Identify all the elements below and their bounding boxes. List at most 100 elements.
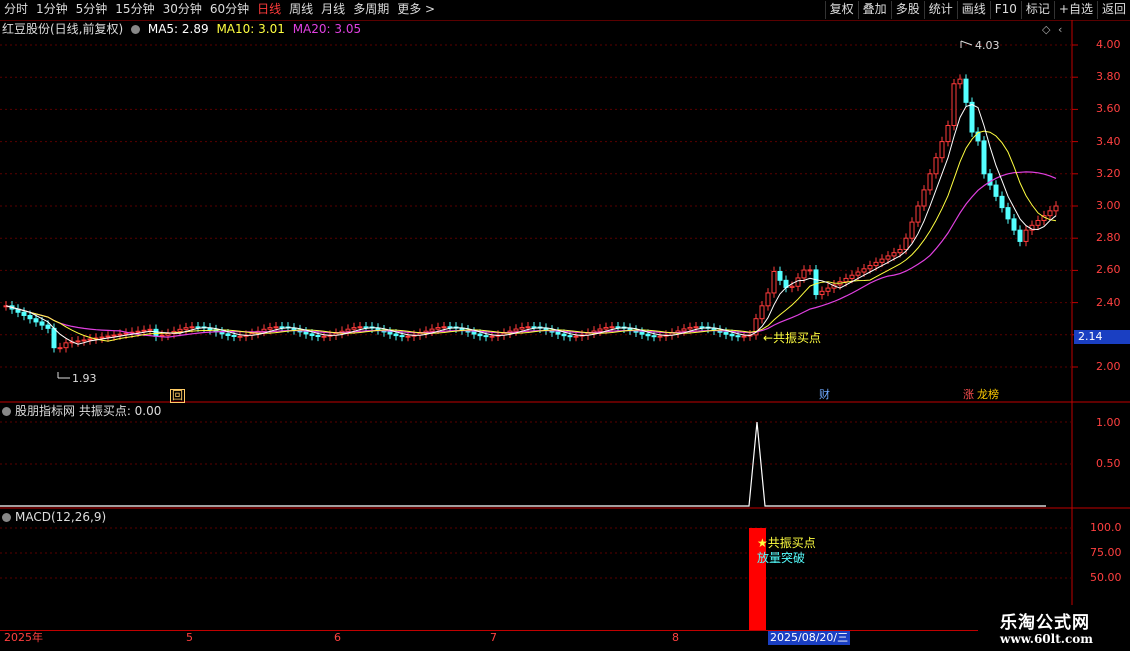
- price-tick-7: 2.60: [1096, 263, 1121, 277]
- candle-body: [789, 285, 795, 288]
- price-tick-4: 3.20: [1096, 166, 1121, 180]
- candle-body: [237, 335, 243, 338]
- price-tick-6: 2.80: [1096, 231, 1121, 245]
- candle-body: [75, 340, 81, 343]
- current-price-tag: 2.14: [1074, 330, 1130, 344]
- candle-body: [657, 335, 663, 338]
- candle-body: [183, 327, 189, 330]
- indicator2-title-row: MACD(12,26,9): [2, 509, 106, 525]
- candle-body: [951, 83, 957, 127]
- candle-body: [441, 326, 447, 329]
- candle-body: [963, 78, 969, 103]
- kline-chart[interactable]: [0, 0, 1130, 630]
- candle-body: [885, 255, 891, 260]
- candle-body: [765, 292, 771, 307]
- candle-body: [645, 333, 651, 337]
- x-label-aug: 8: [672, 631, 679, 644]
- candle-body: [345, 328, 351, 332]
- price-tick-2: 3.60: [1096, 102, 1121, 116]
- candle-body: [843, 277, 849, 283]
- candle-body: [87, 338, 93, 341]
- candle-body: [99, 336, 105, 339]
- indicator1-title: 股朋指标网 共振买点: 0.00: [15, 404, 162, 418]
- candle-body: [771, 270, 777, 294]
- candle-body: [873, 261, 879, 267]
- watermark-title: 乐淘公式网: [1000, 613, 1090, 633]
- high-price-marker: 4.03: [975, 39, 1000, 52]
- indicator1-title-row: 股朋指标网 共振买点: 0.00: [2, 403, 161, 419]
- ma10-line: [5, 130, 1057, 342]
- candle-body: [723, 331, 729, 335]
- candle-body: [651, 335, 657, 338]
- candle-body: [123, 332, 129, 335]
- price-tick-0: 4.00: [1096, 38, 1121, 51]
- candle-body: [813, 269, 819, 296]
- candle-body: [921, 189, 927, 207]
- candle-body: [141, 329, 147, 332]
- candle-body: [45, 324, 51, 329]
- candle-body: [429, 328, 435, 332]
- candle-body: [909, 221, 915, 239]
- x-label-jul: 7: [490, 631, 497, 644]
- candle-body: [639, 331, 645, 335]
- candle-body: [165, 333, 171, 336]
- candle-body: [573, 335, 579, 338]
- candle-body: [39, 321, 45, 326]
- price-tick-8: 2.40: [1096, 295, 1121, 309]
- candle-body: [81, 339, 87, 342]
- candle-body: [51, 327, 57, 349]
- candle-body: [1035, 219, 1041, 226]
- candle-body: [195, 326, 201, 329]
- macd-annotation-1: ★共振买点: [757, 536, 816, 550]
- macd-annotation-2: 放量突破: [757, 551, 806, 565]
- candle-body: [855, 271, 861, 276]
- candle-body: [795, 277, 801, 287]
- candle-body: [33, 318, 39, 323]
- candle-body: [819, 290, 825, 296]
- candle-body: [405, 335, 411, 338]
- candles-group: [3, 74, 1059, 353]
- indicator1-settings-icon[interactable]: [2, 407, 11, 416]
- candle-body: [393, 333, 399, 337]
- candle-body: [729, 333, 735, 337]
- candle-body: [447, 326, 453, 329]
- candle-body: [801, 269, 807, 279]
- badge-cai[interactable]: 财: [818, 389, 831, 401]
- candle-body: [1017, 229, 1023, 242]
- badge-zhang[interactable]: 涨: [962, 389, 975, 401]
- badge-hui[interactable]: 回: [170, 389, 185, 403]
- candle-body: [891, 252, 897, 257]
- price-tick-3: 3.40: [1096, 134, 1121, 148]
- candle-body: [903, 237, 909, 250]
- candle-body: [915, 205, 921, 223]
- candle-body: [57, 347, 63, 350]
- indicator2-settings-icon[interactable]: [2, 513, 11, 522]
- candle-body: [957, 78, 963, 85]
- resonance-signal-label: ←共振买点: [763, 331, 822, 345]
- candle-body: [735, 335, 741, 338]
- candle-body: [117, 333, 123, 336]
- ind2-tick-2: 75.00: [1090, 546, 1122, 559]
- candle-body: [987, 173, 993, 186]
- indicator2-title: MACD(12,26,9): [15, 510, 107, 524]
- badge-longhu[interactable]: 龙榜: [976, 389, 1000, 401]
- x-label-may: 5: [186, 631, 193, 644]
- chevron-left-icon[interactable]: ‹: [1058, 23, 1062, 36]
- candle-body: [861, 268, 867, 273]
- candle-body: [135, 330, 141, 333]
- candle-body: [303, 331, 309, 335]
- candle-body: [63, 342, 69, 349]
- candle-body: [867, 265, 873, 270]
- candle-body: [387, 331, 393, 335]
- candle-body: [687, 326, 693, 330]
- candle-body: [363, 326, 369, 329]
- watermark-url: www.60lt.com: [1000, 632, 1093, 646]
- candle-body: [519, 327, 525, 330]
- candle-body: [111, 334, 117, 337]
- ma20-line: [5, 171, 1057, 338]
- candle-body: [231, 334, 237, 337]
- candle-body: [1047, 210, 1053, 217]
- ind2-tick-3: 50.00: [1090, 571, 1122, 584]
- diamond-icon[interactable]: ◇: [1042, 23, 1050, 36]
- candle-body: [357, 326, 363, 329]
